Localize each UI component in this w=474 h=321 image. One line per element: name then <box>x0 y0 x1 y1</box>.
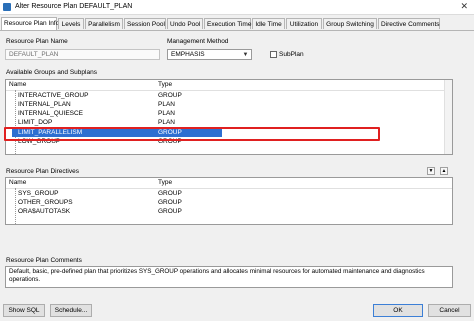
tab-undo-pool[interactable]: Undo Pool <box>167 18 203 29</box>
list-item[interactable]: INTERACTIVE_GROUP GROUP <box>6 92 452 100</box>
ok-button[interactable]: OK <box>373 304 423 317</box>
tab-divider <box>0 30 474 31</box>
comments-textarea[interactable]: Default, basic, pre-defined plan that pr… <box>5 266 453 288</box>
directives-section-label: Resource Plan Directives <box>6 168 79 175</box>
tab-strip: Resource Plan Info Levels Parallelism Se… <box>0 17 474 30</box>
plan-name-label: Resource Plan Name <box>6 38 68 45</box>
tab-execution-time[interactable]: Execution Time <box>204 18 251 29</box>
chevron-down-icon: ▼ <box>242 52 249 58</box>
app-icon <box>3 3 11 11</box>
tab-idle-time[interactable]: Idle Time <box>252 18 285 29</box>
groups-section-label: Available Groups and Subplans <box>6 69 97 76</box>
list-item[interactable]: LIMIT_DOP PLAN <box>6 119 452 127</box>
groups-col-type[interactable]: Type <box>158 81 172 88</box>
tab-group-switching[interactable]: Group Switching <box>323 18 377 29</box>
list-item[interactable]: OTHER_GROUPS GROUP <box>6 199 452 207</box>
list-item[interactable] <box>6 147 452 154</box>
mgmt-method-label: Management Method <box>167 38 229 45</box>
move-up-icon[interactable]: ▲ <box>440 167 448 175</box>
mgmt-method-select[interactable]: EMPHASIS ▼ <box>167 49 252 60</box>
directives-col-name[interactable]: Name <box>9 179 26 186</box>
plan-name-field[interactable]: DEFAULT_PLAN <box>5 49 160 60</box>
tab-directive-comments[interactable]: Directive Comments <box>378 18 440 29</box>
subplan-checkbox[interactable] <box>270 51 277 58</box>
move-down-icon[interactable]: ▼ <box>427 167 435 175</box>
directives-col-type[interactable]: Type <box>158 179 172 186</box>
window-title: Alter Resource Plan DEFAULT_PLAN <box>15 3 133 10</box>
groups-list-header: Name Type <box>6 80 452 91</box>
subplan-label: SubPlan <box>279 51 304 58</box>
list-item[interactable]: ORA$AUTOTASK GROUP <box>6 208 452 216</box>
groups-list[interactable]: Name Type INTERACTIVE_GROUP GROUP INTERN… <box>5 79 453 155</box>
groups-col-name[interactable]: Name <box>9 81 26 88</box>
show-sql-button[interactable]: Show SQL <box>3 304 45 317</box>
tab-levels[interactable]: Levels <box>58 18 84 29</box>
list-item[interactable]: SYS_GROUP GROUP <box>6 190 452 198</box>
directives-list[interactable]: Name Type SYS_GROUP GROUP OTHER_GROUPS G… <box>5 177 453 225</box>
tab-parallelism[interactable]: Parallelism <box>85 18 123 29</box>
tab-resource-plan-info[interactable]: Resource Plan Info <box>1 17 59 30</box>
list-item[interactable]: INTERNAL_PLAN PLAN <box>6 101 452 109</box>
list-item[interactable]: INTERNAL_QUIESCE PLAN <box>6 110 452 118</box>
highlight-annotation <box>4 127 380 141</box>
close-icon[interactable]: ✕ <box>460 1 468 12</box>
title-bar: Alter Resource Plan DEFAULT_PLAN ✕ <box>0 0 474 15</box>
comments-section-label: Resource Plan Comments <box>6 257 82 264</box>
cancel-button[interactable]: Cancel <box>428 304 471 317</box>
tab-utilization[interactable]: Utilization <box>286 18 322 29</box>
groups-scrollbar[interactable] <box>444 80 452 154</box>
tab-session-pool[interactable]: Session Pool <box>124 18 166 29</box>
mgmt-method-value: EMPHASIS <box>171 51 205 58</box>
schedule-button[interactable]: Schedule... <box>50 304 92 317</box>
directives-list-header: Name Type <box>6 178 452 189</box>
